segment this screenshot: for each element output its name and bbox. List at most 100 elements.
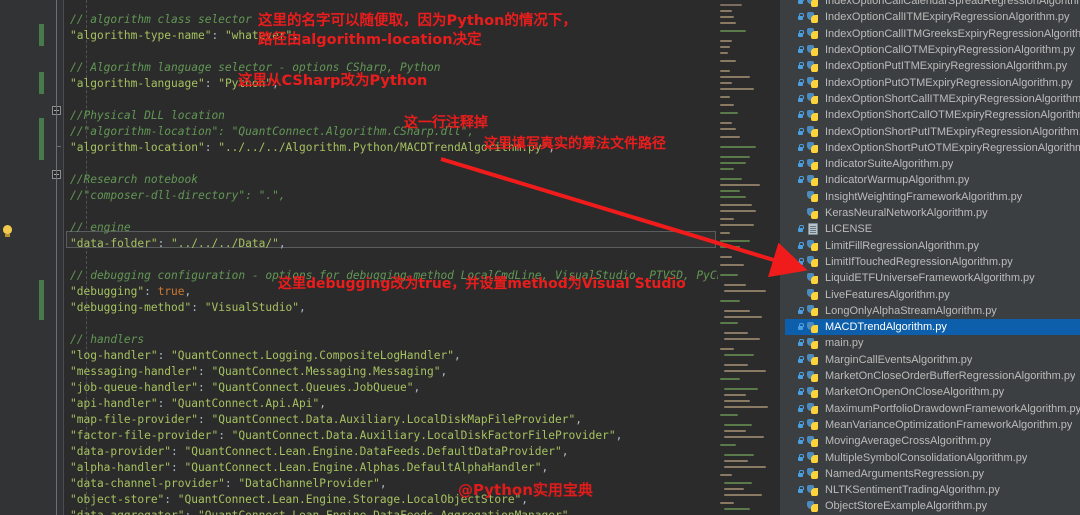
tree-row[interactable]: MovingAverageCrossAlgorithm.py	[785, 433, 1080, 449]
tree-row[interactable]: LimitIfTouchedRegressionAlgorithm.py	[785, 254, 1080, 270]
minimap-line	[720, 204, 752, 206]
python-file-icon	[807, 109, 820, 122]
tree-item-label: IndexOptionShortPutOTMExpiryRegressionAl…	[825, 141, 1080, 154]
python-file-icon	[807, 337, 820, 350]
python-file-icon	[807, 321, 820, 334]
code-token: ,	[319, 397, 326, 410]
minimap-line	[724, 482, 752, 484]
tree-item-label: MovingAverageCrossAlgorithm.py	[825, 435, 992, 448]
lock-icon	[797, 111, 804, 119]
tree-row[interactable]: MultipleSymbolConsolidationAlgorithm.py	[785, 449, 1080, 465]
tree-row[interactable]: IndexOptionCallCalendarSpreadRegressionA…	[785, 0, 1080, 9]
python-file-icon	[807, 255, 820, 268]
annotation-name-free: 这里的名字可以随便取，因为Python的情况下， 路径由algorithm-lo…	[258, 13, 577, 48]
tree-row[interactable]: IndexOptionCallITMExpiryRegressionAlgori…	[785, 9, 1080, 25]
code-line[interactable]: "debugging": true,	[70, 284, 191, 300]
code-line[interactable]: // algorithm class selector	[70, 12, 252, 28]
vcs-change-marker[interactable]	[39, 280, 44, 320]
python-yellow	[811, 161, 818, 170]
tree-row[interactable]: IndexOptionShortCallITMExpiryRegressionA…	[785, 91, 1080, 107]
python-file-icon	[807, 288, 820, 301]
code-line[interactable]: "data-folder": "../../../Data/",	[70, 236, 286, 252]
tree-row[interactable]: main.py	[785, 335, 1080, 351]
tree-row[interactable]: IndexOptionShortPutOTMExpiryRegressionAl…	[785, 140, 1080, 156]
python-file-icon	[807, 27, 820, 40]
tree-row[interactable]: MarketOnCloseOrderBufferRegressionAlgori…	[785, 368, 1080, 384]
code-line[interactable]: "data-channel-provider": "DataChannelPro…	[70, 476, 387, 492]
code-token: ,	[413, 381, 421, 394]
python-file-icon	[807, 60, 820, 73]
code-line[interactable]: "log-handler": "QuantConnect.Logging.Com…	[70, 348, 461, 364]
code-line[interactable]: "messaging-handler": "QuantConnect.Messa…	[70, 364, 447, 380]
project-file-tree[interactable]: IndexOptionCallCalendarSpreadRegressionA…	[785, 0, 1080, 515]
minimap-line	[720, 240, 750, 242]
code-token: ,	[278, 237, 286, 250]
tree-row-selected[interactable]: MACDTrendAlgorithm.py	[785, 319, 1080, 336]
tree-row[interactable]: LiquidETFUniverseFrameworkAlgorithm.py	[785, 270, 1080, 286]
tree-row[interactable]: IndicatorWarmupAlgorithm.py	[785, 172, 1080, 188]
python-yellow	[811, 112, 818, 121]
code-token: :	[185, 509, 198, 515]
tree-row[interactable]: IndexOptionPutITMExpiryRegressionAlgorit…	[785, 58, 1080, 74]
tree-row[interactable]: IndexOptionPutOTMExpiryRegressionAlgorit…	[785, 75, 1080, 91]
python-yellow	[811, 487, 818, 496]
python-yellow	[811, 31, 818, 40]
tree-row[interactable]: IndexOptionShortPutITMExpiryRegressionAl…	[785, 123, 1080, 139]
code-line[interactable]: "data-aggregator": "QuantConnect.Lean.En…	[70, 508, 575, 515]
minimap-line	[720, 224, 754, 226]
tree-row[interactable]: MarginCallEventsAlgorithm.py	[785, 352, 1080, 368]
vcs-change-marker[interactable]	[39, 24, 44, 46]
tree-row[interactable]: IndicatorSuiteAlgorithm.py	[785, 156, 1080, 172]
code-line[interactable]: "map-file-provider": "QuantConnect.Data.…	[70, 412, 582, 428]
vcs-change-marker[interactable]	[39, 118, 44, 160]
code-line[interactable]: // handlers	[70, 332, 144, 348]
tree-row[interactable]: LimitFillRegressionAlgorithm.py	[785, 238, 1080, 254]
code-line[interactable]: "api-handler": "QuantConnect.Api.Api",	[70, 396, 326, 412]
minimap-line	[720, 30, 746, 32]
code-line[interactable]: // engine	[70, 220, 131, 236]
tree-item-label: IndexOptionPutITMExpiryRegressionAlgorit…	[825, 60, 1068, 73]
minimap-line	[724, 316, 762, 318]
intention-bulb-icon[interactable]	[2, 225, 13, 239]
code-line[interactable]: //"composer-dll-directory": ".",	[70, 188, 286, 204]
vcs-change-marker[interactable]	[39, 72, 44, 94]
code-line[interactable]: "debugging-method": "VisualStudio",	[70, 300, 306, 316]
python-yellow	[811, 96, 818, 105]
code-token: // handlers	[70, 333, 145, 346]
tree-row[interactable]: ObjectStoreExampleAlgorithm.py	[785, 498, 1080, 514]
tree-row[interactable]: NamedArgumentsRegression.py	[785, 466, 1080, 482]
tree-row[interactable]: IndexOptionCallITMGreeksExpiryRegression…	[785, 26, 1080, 42]
minimap-line	[720, 22, 736, 24]
code-token: ,	[615, 429, 623, 442]
code-line[interactable]: "data-provider": "QuantConnect.Lean.Engi…	[70, 444, 568, 460]
minimap-line	[720, 190, 740, 192]
tree-item-label: MarketOnCloseOrderBufferRegressionAlgori…	[825, 370, 1076, 383]
python-file-icon	[807, 11, 820, 24]
code-line[interactable]: //Research notebook	[70, 172, 198, 188]
minimap-line	[724, 494, 762, 496]
tree-row[interactable]: KerasNeuralNetworkAlgorithm.py	[785, 205, 1080, 221]
tree-row[interactable]: MeanVarianceOptimizationFrameworkAlgorit…	[785, 417, 1080, 433]
code-line[interactable]: "job-queue-handler": "QuantConnect.Queue…	[70, 380, 420, 396]
tree-row[interactable]: IndexOptionCallOTMExpiryRegressionAlgori…	[785, 42, 1080, 58]
tree-row[interactable]: LiveFeaturesAlgorithm.py	[785, 286, 1080, 302]
license-file-icon	[807, 222, 820, 236]
python-yellow	[811, 471, 818, 480]
tree-row[interactable]: MarketOnOpenOnCloseAlgorithm.py	[785, 384, 1080, 400]
tree-row[interactable]: LongOnlyAlphaStreamAlgorithm.py	[785, 303, 1080, 319]
code-token: "QuantConnect.Lean.Engine.DataFeeds.Aggr…	[198, 509, 568, 515]
tree-row[interactable]: IndexOptionShortCallOTMExpiryRegressionA…	[785, 107, 1080, 123]
minimap-line	[724, 354, 754, 356]
tree-row[interactable]: InsightWeightingFrameworkAlgorithm.py	[785, 189, 1080, 205]
code-line[interactable]: "algorithm-location": "../../../Algorith…	[70, 140, 555, 156]
code-line[interactable]: "factor-file-provider": "QuantConnect.Da…	[70, 428, 622, 444]
minimap-line	[724, 488, 744, 490]
tree-row[interactable]: LICENSE	[785, 221, 1080, 237]
tree-row[interactable]: NLTKSentimentTradingAlgorithm.py	[785, 482, 1080, 498]
code-line[interactable]: //Physical DLL location	[70, 108, 225, 124]
code-token: "factor-file-provider"	[70, 429, 219, 442]
editor-minimap[interactable]	[718, 0, 780, 515]
tree-item-label: LICENSE	[825, 223, 873, 236]
tree-row[interactable]: MaximumPortfolioDrawdownFrameworkAlgorit…	[785, 401, 1080, 417]
code-line[interactable]: "alpha-handler": "QuantConnect.Lean.Engi…	[70, 460, 548, 476]
